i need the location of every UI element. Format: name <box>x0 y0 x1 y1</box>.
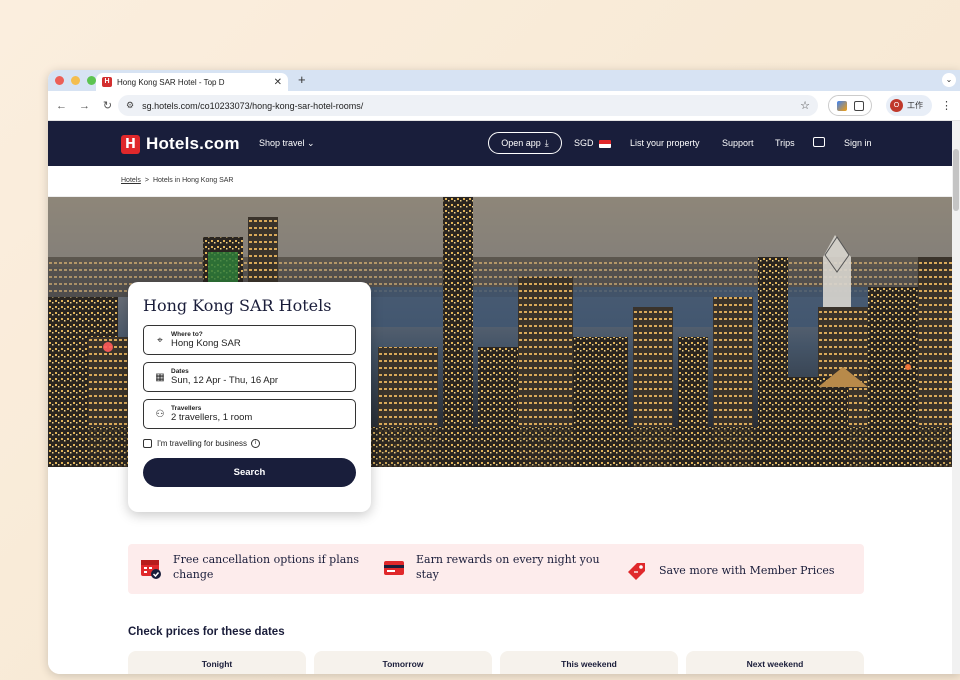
scrollbar-thumb[interactable] <box>953 149 959 211</box>
benefit-text: Save more with Member Prices <box>659 563 835 577</box>
forward-arrow-icon[interactable]: → <box>73 100 96 112</box>
bookmark-star-icon[interactable]: ☆ <box>800 99 810 112</box>
dates-field[interactable]: ▦ Dates Sun, 12 Apr - Thu, 16 Apr <box>143 362 356 392</box>
tab-search-chevron-icon[interactable]: ⌄ <box>942 73 956 87</box>
benefit-text: Earn rewards on every night you stay <box>416 553 600 581</box>
person-icon: ⚇ <box>155 408 165 420</box>
rewards-card-icon <box>384 560 404 575</box>
breadcrumb: Hotels > Hotels in Hong Kong SAR <box>121 177 233 184</box>
date-card-tonight[interactable]: Tonight <box>128 651 306 674</box>
hotels-logo[interactable]: H Hotels.com <box>121 134 240 154</box>
download-icon: ⤓ <box>544 137 549 148</box>
check-prices-title: Check prices for these dates <box>128 626 285 638</box>
business-travel-checkbox[interactable] <box>143 439 152 448</box>
singapore-flag-icon <box>599 139 612 148</box>
hotels-logo-mark-icon: H <box>121 134 140 154</box>
browser-tab[interactable]: H Hong Kong SAR Hotel - Top D ✕ <box>96 73 288 91</box>
map-pin-icon: ⌖ <box>157 334 163 346</box>
browser-menu-icon[interactable]: ⋮ <box>941 99 952 112</box>
address-bar-row: ← → ↻ ⚙ sg.hotels.com/co10233073/hong-ko… <box>48 91 960 121</box>
reload-icon[interactable]: ↻ <box>96 99 119 112</box>
page-title: Hong Kong SAR Hotels <box>143 296 332 315</box>
close-tab-icon[interactable]: ✕ <box>274 77 282 88</box>
destination-label: Where to? <box>171 331 203 338</box>
benefits-banner: Free cancellation options if plans chang… <box>128 544 864 594</box>
url-text[interactable]: sg.hotels.com/co10233073/hong-kong-sar-h… <box>142 101 800 111</box>
date-cards: Tonight Tomorrow This weekend Next weeke… <box>128 651 864 674</box>
calendar-icon: ▦ <box>155 371 165 383</box>
browser-window: H Hong Kong SAR Hotel - Top D ✕ + ⌄ ← → … <box>48 70 960 674</box>
currency-selector[interactable]: SGD <box>574 138 612 148</box>
dates-label: Dates <box>171 368 189 375</box>
tab-title: Hong Kong SAR Hotel - Top D <box>117 77 225 87</box>
chevron-down-icon: ⌄ <box>307 138 315 148</box>
benefit-member-prices: Save more with Member Prices <box>626 560 835 582</box>
extensions-group <box>828 95 872 116</box>
minimize-window-button[interactable] <box>71 76 80 85</box>
sign-in-link[interactable]: Sign in <box>844 138 872 148</box>
travellers-field[interactable]: ⚇ Travellers 2 travellers, 1 room <box>143 399 356 429</box>
open-app-label: Open app <box>501 138 541 148</box>
profile-chip[interactable]: O 工作 <box>886 95 932 116</box>
benefit-text: Free cancellation options if plans chang… <box>173 553 360 581</box>
date-card-next-weekend[interactable]: Next weekend <box>686 651 864 674</box>
extension-icon[interactable] <box>836 100 847 111</box>
close-window-button[interactable] <box>55 76 64 85</box>
back-arrow-icon[interactable]: ← <box>50 100 73 112</box>
calendar-check-icon <box>141 559 161 579</box>
shop-travel-menu[interactable]: Shop travel ⌄ <box>259 138 315 149</box>
benefit-rewards: Earn rewards on every night you stay <box>383 553 611 583</box>
destination-field[interactable]: ⌖ Where to? Hong Kong SAR <box>143 325 356 355</box>
chat-icon[interactable] <box>813 137 825 147</box>
support-link[interactable]: Support <box>722 138 754 148</box>
travellers-value: 2 travellers, 1 room <box>171 412 253 423</box>
site-header: H Hotels.com Shop travel ⌄ Open app ⤓ SG… <box>48 121 960 166</box>
date-card-tomorrow[interactable]: Tomorrow <box>314 651 492 674</box>
url-omnibox[interactable]: ⚙ sg.hotels.com/co10233073/hong-kong-sar… <box>118 95 818 116</box>
destination-value: Hong Kong SAR <box>171 338 241 349</box>
breadcrumb-separator: > <box>144 177 149 184</box>
shop-travel-label: Shop travel <box>259 138 305 148</box>
tab-strip: H Hong Kong SAR Hotel - Top D ✕ + ⌄ <box>48 70 960 91</box>
trips-link[interactable]: Trips <box>775 138 795 148</box>
list-property-link[interactable]: List your property <box>630 138 700 148</box>
breadcrumb-hotels-link[interactable]: Hotels <box>121 177 141 184</box>
hotels-favicon-icon: H <box>102 77 112 87</box>
profile-avatar: O <box>890 99 903 112</box>
maximize-window-button[interactable] <box>87 76 96 85</box>
open-app-button[interactable]: Open app ⤓ <box>488 132 562 154</box>
page-viewport: H Hotels.com Shop travel ⌄ Open app ⤓ SG… <box>48 121 960 674</box>
page-scrollbar[interactable] <box>952 121 960 674</box>
profile-label: 工作 <box>907 101 923 110</box>
search-form-card: Hong Kong SAR Hotels ⌖ Where to? Hong Ko… <box>128 282 371 512</box>
site-settings-icon[interactable]: ⚙ <box>126 100 134 111</box>
business-travel-row: I'm travelling for business i <box>143 439 356 448</box>
date-card-this-weekend[interactable]: This weekend <box>500 651 678 674</box>
extensions-puzzle-icon[interactable] <box>853 100 864 111</box>
breadcrumb-current: Hotels in Hong Kong SAR <box>152 177 234 184</box>
price-tag-icon <box>628 563 645 580</box>
business-travel-label[interactable]: I'm travelling for business <box>157 439 247 448</box>
dates-value: Sun, 12 Apr - Thu, 16 Apr <box>171 375 279 386</box>
search-button[interactable]: Search <box>143 458 356 487</box>
currency-label: SGD <box>574 138 594 148</box>
breadcrumb-row: Hotels > Hotels in Hong Kong SAR <box>48 166 960 197</box>
window-controls <box>55 76 96 85</box>
travellers-label: Travellers <box>171 405 202 412</box>
new-tab-button[interactable]: + <box>298 72 306 87</box>
brand-wordmark: Hotels.com <box>146 134 240 153</box>
info-icon[interactable]: i <box>251 439 261 448</box>
benefit-free-cancellation: Free cancellation options if plans chang… <box>140 553 373 583</box>
